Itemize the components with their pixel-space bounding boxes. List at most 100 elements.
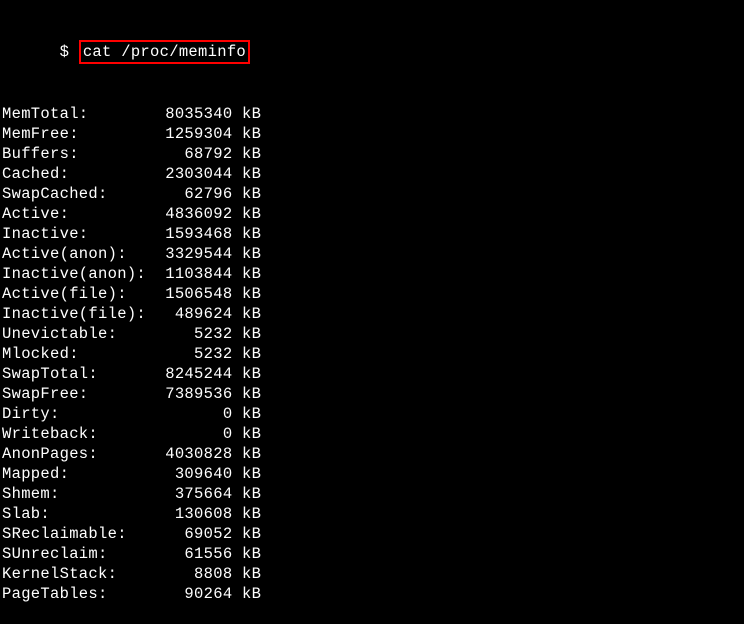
meminfo-unit: kB xyxy=(232,585,261,603)
meminfo-label: SwapTotal: xyxy=(2,365,156,383)
prompt-symbol: $ xyxy=(60,43,79,61)
meminfo-unit: kB xyxy=(232,145,261,163)
meminfo-row: PageTables: 90264 kB xyxy=(2,584,742,604)
meminfo-label: Active(anon): xyxy=(2,245,156,263)
meminfo-value: 69052 xyxy=(156,525,233,543)
meminfo-unit: kB xyxy=(232,385,261,403)
meminfo-value: 62796 xyxy=(156,185,233,203)
meminfo-value: 8808 xyxy=(156,565,233,583)
meminfo-row: Writeback: 0 kB xyxy=(2,424,742,444)
meminfo-row: Active(anon): 3329544 kB xyxy=(2,244,742,264)
meminfo-unit: kB xyxy=(232,485,261,503)
meminfo-row: Buffers: 68792 kB xyxy=(2,144,742,164)
meminfo-label: SReclaimable: xyxy=(2,525,156,543)
meminfo-unit: kB xyxy=(232,245,261,263)
meminfo-value: 0 xyxy=(156,405,233,423)
meminfo-row: Unevictable: 5232 kB xyxy=(2,324,742,344)
meminfo-label: Buffers: xyxy=(2,145,156,163)
meminfo-unit: kB xyxy=(232,445,261,463)
meminfo-output: MemTotal: 8035340 kBMemFree: 1259304 kBB… xyxy=(2,104,742,604)
meminfo-unit: kB xyxy=(232,265,261,283)
meminfo-row: Mapped: 309640 kB xyxy=(2,464,742,484)
meminfo-label: MemFree: xyxy=(2,125,156,143)
meminfo-value: 2303044 xyxy=(156,165,233,183)
meminfo-label: Shmem: xyxy=(2,485,156,503)
meminfo-unit: kB xyxy=(232,105,261,123)
meminfo-row: MemFree: 1259304 kB xyxy=(2,124,742,144)
meminfo-value: 1593468 xyxy=(156,225,233,243)
meminfo-row: MemTotal: 8035340 kB xyxy=(2,104,742,124)
meminfo-unit: kB xyxy=(232,565,261,583)
meminfo-value: 4836092 xyxy=(156,205,233,223)
meminfo-row: SwapTotal: 8245244 kB xyxy=(2,364,742,384)
meminfo-row: Active(file): 1506548 kB xyxy=(2,284,742,304)
meminfo-label: AnonPages: xyxy=(2,445,156,463)
meminfo-unit: kB xyxy=(232,525,261,543)
meminfo-row: SReclaimable: 69052 kB xyxy=(2,524,742,544)
meminfo-value: 8245244 xyxy=(156,365,233,383)
meminfo-unit: kB xyxy=(232,225,261,243)
meminfo-label: Inactive(file): xyxy=(2,305,156,323)
meminfo-value: 0 xyxy=(156,425,233,443)
meminfo-label: KernelStack: xyxy=(2,565,156,583)
meminfo-value: 1259304 xyxy=(156,125,233,143)
meminfo-row: SwapFree: 7389536 kB xyxy=(2,384,742,404)
meminfo-value: 5232 xyxy=(156,325,233,343)
meminfo-unit: kB xyxy=(232,465,261,483)
meminfo-value: 3329544 xyxy=(156,245,233,263)
meminfo-unit: kB xyxy=(232,505,261,523)
meminfo-label: SwapCached: xyxy=(2,185,156,203)
meminfo-value: 68792 xyxy=(156,145,233,163)
meminfo-row: Shmem: 375664 kB xyxy=(2,484,742,504)
meminfo-unit: kB xyxy=(232,325,261,343)
meminfo-label: Slab: xyxy=(2,505,156,523)
meminfo-row: SwapCached: 62796 kB xyxy=(2,184,742,204)
meminfo-label: SwapFree: xyxy=(2,385,156,403)
meminfo-value: 4030828 xyxy=(156,445,233,463)
meminfo-value: 5232 xyxy=(156,345,233,363)
meminfo-label: Inactive(anon): xyxy=(2,265,156,283)
meminfo-row: Inactive(file): 489624 kB xyxy=(2,304,742,324)
meminfo-value: 130608 xyxy=(156,505,233,523)
meminfo-label: Active(file): xyxy=(2,285,156,303)
meminfo-label: Active: xyxy=(2,205,156,223)
meminfo-row: Slab: 130608 kB xyxy=(2,504,742,524)
meminfo-unit: kB xyxy=(232,545,261,563)
meminfo-label: Unevictable: xyxy=(2,325,156,343)
meminfo-label: Dirty: xyxy=(2,405,156,423)
meminfo-unit: kB xyxy=(232,305,261,323)
meminfo-unit: kB xyxy=(232,165,261,183)
meminfo-value: 90264 xyxy=(156,585,233,603)
meminfo-row: Active: 4836092 kB xyxy=(2,204,742,224)
meminfo-unit: kB xyxy=(232,405,261,423)
meminfo-row: Inactive: 1593468 kB xyxy=(2,224,742,244)
meminfo-label: Mapped: xyxy=(2,465,156,483)
meminfo-label: MemTotal: xyxy=(2,105,156,123)
meminfo-unit: kB xyxy=(232,365,261,383)
meminfo-row: Cached: 2303044 kB xyxy=(2,164,742,184)
meminfo-label: SUnreclaim: xyxy=(2,545,156,563)
meminfo-value: 375664 xyxy=(156,485,233,503)
meminfo-unit: kB xyxy=(232,425,261,443)
meminfo-value: 8035340 xyxy=(156,105,233,123)
meminfo-row: Inactive(anon): 1103844 kB xyxy=(2,264,742,284)
meminfo-unit: kB xyxy=(232,185,261,203)
meminfo-unit: kB xyxy=(232,345,261,363)
meminfo-value: 1103844 xyxy=(156,265,233,283)
meminfo-row: Dirty: 0 kB xyxy=(2,404,742,424)
meminfo-value: 1506548 xyxy=(156,285,233,303)
prompt-line[interactable]: $ cat /proc/meminfo xyxy=(21,22,250,84)
meminfo-row: SUnreclaim: 61556 kB xyxy=(2,544,742,564)
meminfo-value: 7389536 xyxy=(156,385,233,403)
meminfo-unit: kB xyxy=(232,205,261,223)
meminfo-label: PageTables: xyxy=(2,585,156,603)
meminfo-row: AnonPages: 4030828 kB xyxy=(2,444,742,464)
meminfo-label: Mlocked: xyxy=(2,345,156,363)
meminfo-value: 61556 xyxy=(156,545,233,563)
meminfo-row: KernelStack: 8808 kB xyxy=(2,564,742,584)
meminfo-label: Cached: xyxy=(2,165,156,183)
meminfo-value: 309640 xyxy=(156,465,233,483)
meminfo-unit: kB xyxy=(232,285,261,303)
meminfo-row: Mlocked: 5232 kB xyxy=(2,344,742,364)
meminfo-value: 489624 xyxy=(156,305,233,323)
